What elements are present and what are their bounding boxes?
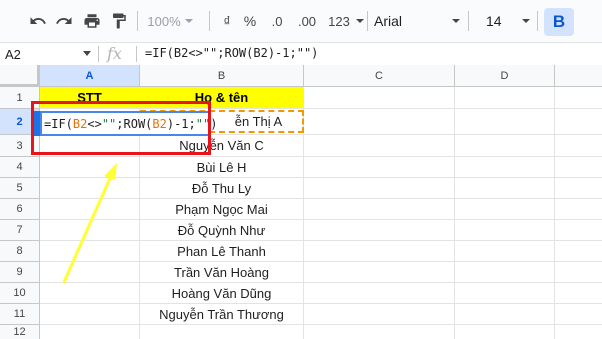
annotation-arrow-icon: [62, 163, 117, 284]
